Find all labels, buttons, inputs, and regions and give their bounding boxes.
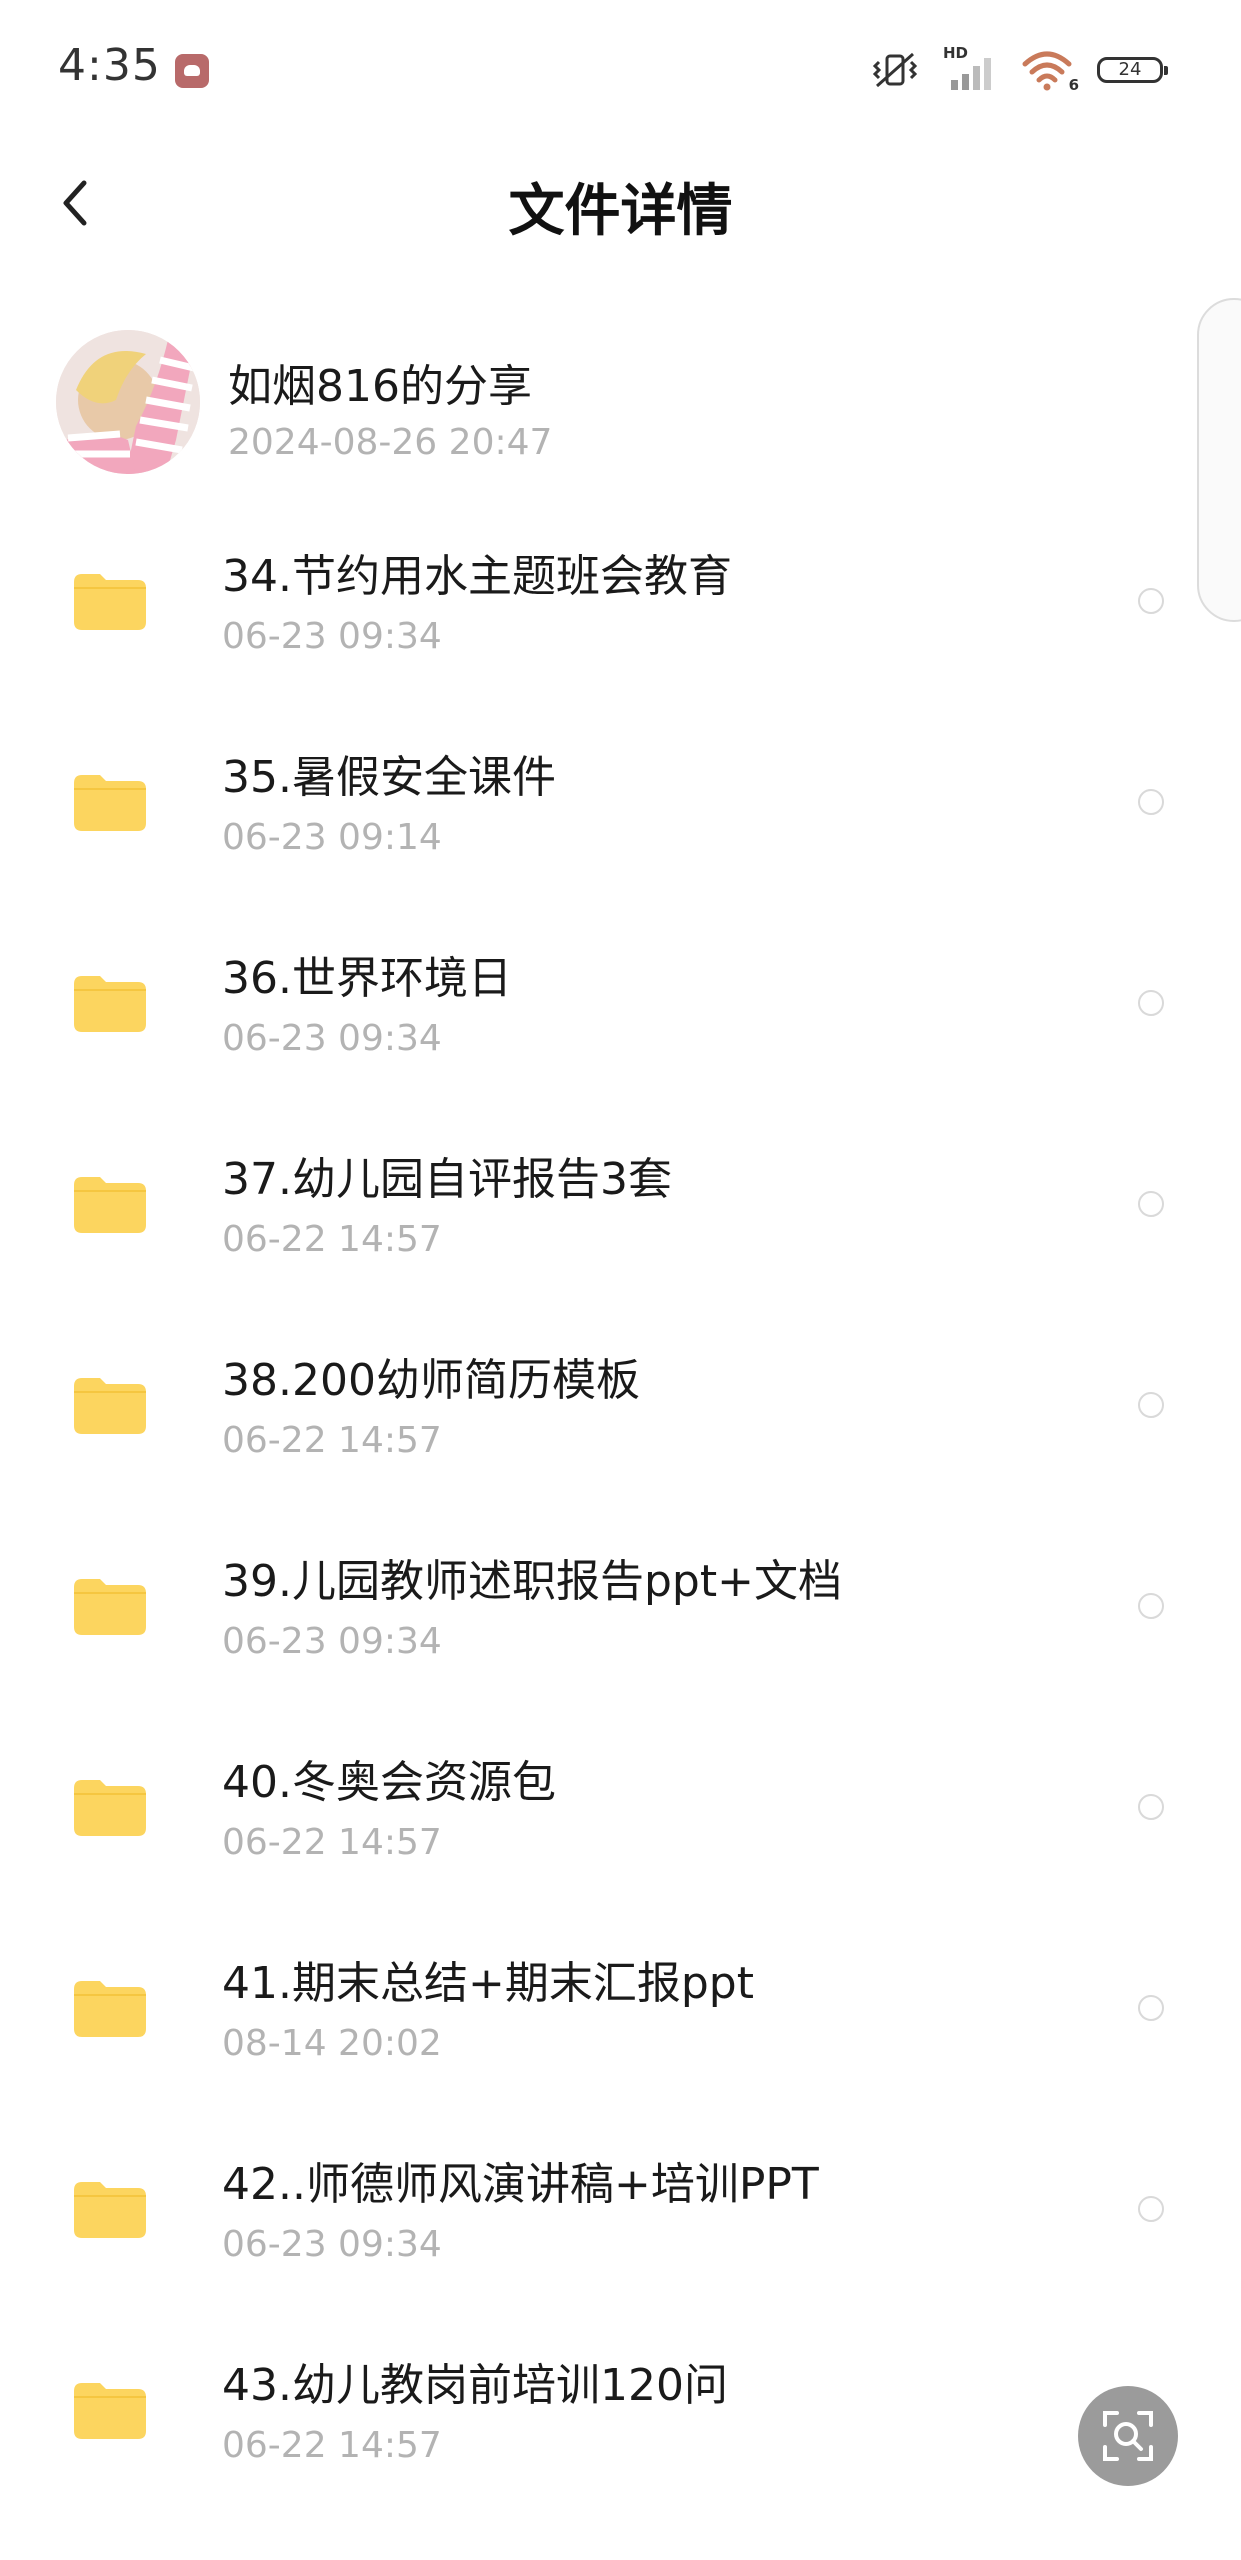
select-radio[interactable] <box>1138 1191 1164 1217</box>
file-time: 06-23 09:34 <box>222 1018 442 1059</box>
select-radio[interactable] <box>1138 588 1164 614</box>
file-time: 06-23 09:34 <box>222 616 442 657</box>
vibrate-icon <box>872 52 918 88</box>
select-radio[interactable] <box>1138 1995 1164 2021</box>
page-title: 文件详情 <box>508 179 733 244</box>
header: 文件详情 <box>0 140 1241 270</box>
file-time: 06-22 14:57 <box>222 1822 442 1863</box>
folder-icon <box>74 1177 146 1233</box>
select-radio[interactable] <box>1138 1794 1164 1820</box>
file-time: 06-23 09:14 <box>222 817 442 858</box>
folder-icon <box>74 2182 146 2238</box>
file-name: 38.200幼师简历模板 <box>222 1355 640 1406</box>
select-radio[interactable] <box>1138 789 1164 815</box>
folder-icon <box>74 1780 146 1836</box>
file-name: 37.幼儿园自评报告3套 <box>222 1154 672 1205</box>
file-time: 08-14 20:02 <box>222 2023 442 2064</box>
folder-icon <box>74 1378 146 1434</box>
file-time: 06-22 14:57 <box>222 1420 442 1461</box>
sharer-name: 如烟816的分享 <box>228 361 532 412</box>
file-time: 06-22 14:57 <box>222 2425 442 2466</box>
file-time: 06-22 14:57 <box>222 1219 442 1260</box>
select-radio[interactable] <box>1138 1593 1164 1619</box>
wifi-badge: 6 <box>1068 76 1079 94</box>
file-row[interactable]: 37.幼儿园自评报告3套 06-22 14:57 <box>0 1105 1241 1306</box>
select-radio[interactable] <box>1138 990 1164 1016</box>
file-name: 42..师德师风演讲稿+培训PPT <box>222 2159 819 2210</box>
scan-search-icon <box>1103 2411 1153 2461</box>
sharer-info: 如烟816的分享 2024-08-26 20:47 <box>0 320 1241 480</box>
file-name: 36.世界环境日 <box>222 953 512 1004</box>
share-datetime: 2024-08-26 20:47 <box>228 422 553 463</box>
folder-icon <box>74 574 146 630</box>
select-radio[interactable] <box>1138 1392 1164 1418</box>
file-row[interactable]: 34.节约用水主题班会教育 06-23 09:34 <box>0 502 1241 703</box>
status-icons: HD 6 24 <box>869 44 1168 96</box>
select-radio[interactable] <box>1138 2196 1164 2222</box>
file-row[interactable]: 35.暑假安全课件 06-23 09:14 <box>0 703 1241 904</box>
battery-icon: 24 <box>1097 57 1168 83</box>
battery-level: 24 <box>1118 59 1142 80</box>
file-time: 06-23 09:34 <box>222 1621 442 1662</box>
avatar[interactable] <box>56 330 200 474</box>
file-name: 40.冬奥会资源包 <box>222 1757 556 1808</box>
file-row[interactable]: 41.期末总结+期末汇报ppt 08-14 20:02 <box>0 1909 1241 2110</box>
wifi-icon: 6 <box>1021 48 1079 94</box>
folder-icon <box>74 775 146 831</box>
folder-icon <box>74 1981 146 2037</box>
folder-icon <box>74 976 146 1032</box>
file-time: 06-23 09:34 <box>222 2224 442 2265</box>
file-name: 39.儿园教师述职报告ppt+文档 <box>222 1556 842 1607</box>
file-row[interactable]: 38.200幼师简历模板 06-22 14:57 <box>0 1306 1241 1507</box>
file-row[interactable]: 40.冬奥会资源包 06-22 14:57 <box>0 1708 1241 1909</box>
file-row[interactable]: 42..师德师风演讲稿+培训PPT 06-23 09:34 <box>0 2110 1241 2311</box>
file-name: 41.期末总结+期末汇报ppt <box>222 1958 754 2009</box>
file-name: 34.节约用水主题班会教育 <box>222 551 732 602</box>
signal-icon: HD <box>943 44 999 92</box>
app-notification-icon <box>175 54 209 88</box>
file-name: 35.暑假安全课件 <box>222 752 556 803</box>
file-row[interactable]: 43.幼儿教岗前培训120问 06-22 14:57 <box>0 2311 1241 2512</box>
file-list: 34.节约用水主题班会教育 06-23 09:34 35.暑假安全课件 06-2… <box>0 502 1241 2512</box>
file-name: 43.幼儿教岗前培训120问 <box>222 2360 728 2411</box>
folder-icon <box>74 2383 146 2439</box>
file-row[interactable]: 39.儿园教师述职报告ppt+文档 06-23 09:34 <box>0 1507 1241 1708</box>
status-time: 4:35 <box>58 40 161 91</box>
folder-icon <box>74 1579 146 1635</box>
scan-search-button[interactable] <box>1078 2386 1178 2486</box>
file-row[interactable]: 36.世界环境日 06-23 09:34 <box>0 904 1241 1105</box>
status-bar: 4:35 HD 6 24 <box>0 0 1241 140</box>
